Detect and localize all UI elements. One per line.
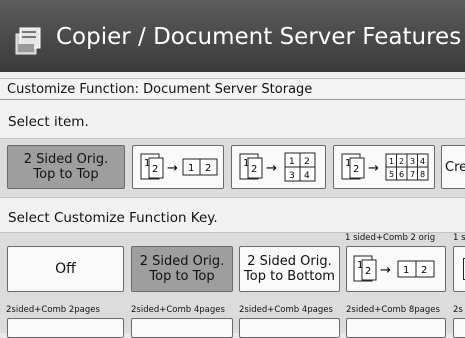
svg-text:2: 2 — [152, 164, 158, 175]
item-combine-8-button[interactable]: 1 2 → 1 2 3 4 5 6 7 8 — [333, 145, 435, 189]
item-2sided-top-to-top-button[interactable]: 2 Sided Orig. Top to Top — [7, 145, 125, 189]
svg-text:4: 4 — [420, 157, 425, 166]
customize-function-bar: Customize Function: Document Server Stor… — [0, 78, 465, 100]
svg-text:2: 2 — [365, 266, 371, 277]
svg-text:6: 6 — [399, 170, 404, 179]
key-2sided-top-to-bottom-label: 2 Sided Orig. Top to Bottom — [244, 254, 335, 284]
window-title: Copier / Document Server Features — [56, 24, 462, 50]
title-bar: Copier / Document Server Features — [0, 0, 465, 72]
svg-text:1: 1 — [144, 158, 150, 169]
key-1sided-comb-2orig-button[interactable]: 1 2 → 1 2 — [346, 246, 446, 292]
item-combine-4-button[interactable]: 1 2 → 1 2 3 4 — [231, 145, 326, 189]
caption-2sided-comb-4pages-b: 2sided+Comb 4pages — [239, 305, 333, 315]
svg-text:1: 1 — [357, 260, 363, 271]
svg-text:1: 1 — [243, 158, 249, 169]
svg-text:1: 1 — [345, 158, 351, 169]
svg-text:1: 1 — [389, 157, 394, 166]
key-2sided-comb-4pages-a-button[interactable] — [131, 318, 233, 338]
off-button[interactable]: Off — [7, 246, 124, 292]
svg-text:→: → — [167, 161, 178, 176]
key-2sided-comb-4pages-b-button[interactable] — [239, 318, 340, 338]
caption-cut-2s: 2s — [453, 305, 463, 315]
item-2sided-top-to-top-label: 2 Sided Orig. Top to Top — [23, 152, 109, 182]
svg-text:1: 1 — [188, 163, 194, 174]
caption-cut-right: 1 s — [453, 233, 465, 243]
combine-8-icon: 1 2 → 1 2 3 4 5 6 7 8 — [341, 153, 429, 181]
select-item-label: Select item. — [8, 114, 89, 130]
svg-text:2: 2 — [205, 163, 211, 174]
svg-text:→: → — [380, 263, 391, 278]
svg-text:2: 2 — [399, 157, 404, 166]
key-2sided-top-to-bottom-button[interactable]: 2 Sided Orig. Top to Bottom — [239, 246, 340, 292]
key-2sided-top-to-top-label: 2 Sided Orig. Top to Top — [139, 254, 225, 284]
caption-2sided-comb-8pages: 2sided+Comb 8pages — [346, 305, 440, 315]
svg-text:3: 3 — [410, 157, 415, 166]
combine-4-icon: 1 2 → 1 2 3 4 — [239, 152, 316, 182]
caption-2sided-comb-2pages: 2sided+Comb 2pages — [6, 305, 100, 315]
select-key-label: Select Customize Function Key. — [8, 210, 218, 226]
svg-text:2: 2 — [304, 157, 310, 167]
svg-text:5: 5 — [389, 170, 394, 179]
key-combine-2-icon: 1 2 → 1 2 — [353, 255, 435, 282]
svg-text:1: 1 — [403, 265, 409, 276]
item-combine-2-button[interactable]: 1 2 → 1 2 — [132, 145, 224, 189]
item-create-button[interactable]: Crea — [441, 145, 465, 189]
item-create-label: Crea — [445, 159, 465, 175]
svg-text:8: 8 — [420, 170, 425, 179]
copier-server-icon — [15, 27, 41, 55]
combine-2-icon: 1 2 → 1 2 — [140, 153, 218, 180]
key-2sided-top-to-top-button[interactable]: 2 Sided Orig. Top to Top — [131, 246, 233, 292]
svg-text:3: 3 — [289, 171, 295, 181]
svg-text:→: → — [368, 161, 379, 176]
key-cut-right-button[interactable] — [453, 246, 465, 292]
svg-text:2: 2 — [251, 164, 257, 175]
key-2sided-comb-2pages-button[interactable] — [7, 318, 124, 338]
caption-1sided-comb-2orig: 1 sided+Comb 2 orig — [345, 233, 436, 243]
svg-text:→: → — [266, 161, 277, 176]
svg-text:2: 2 — [353, 164, 359, 175]
svg-text:1: 1 — [289, 157, 295, 167]
svg-text:2: 2 — [421, 265, 427, 276]
off-label: Off — [55, 260, 76, 277]
key-2sided-comb-8pages-button[interactable] — [346, 318, 446, 338]
svg-text:4: 4 — [304, 171, 310, 181]
svg-text:7: 7 — [410, 170, 415, 179]
key-cut-2s-button[interactable] — [453, 318, 465, 338]
caption-2sided-comb-4pages-a: 2sided+Comb 4pages — [131, 305, 225, 315]
